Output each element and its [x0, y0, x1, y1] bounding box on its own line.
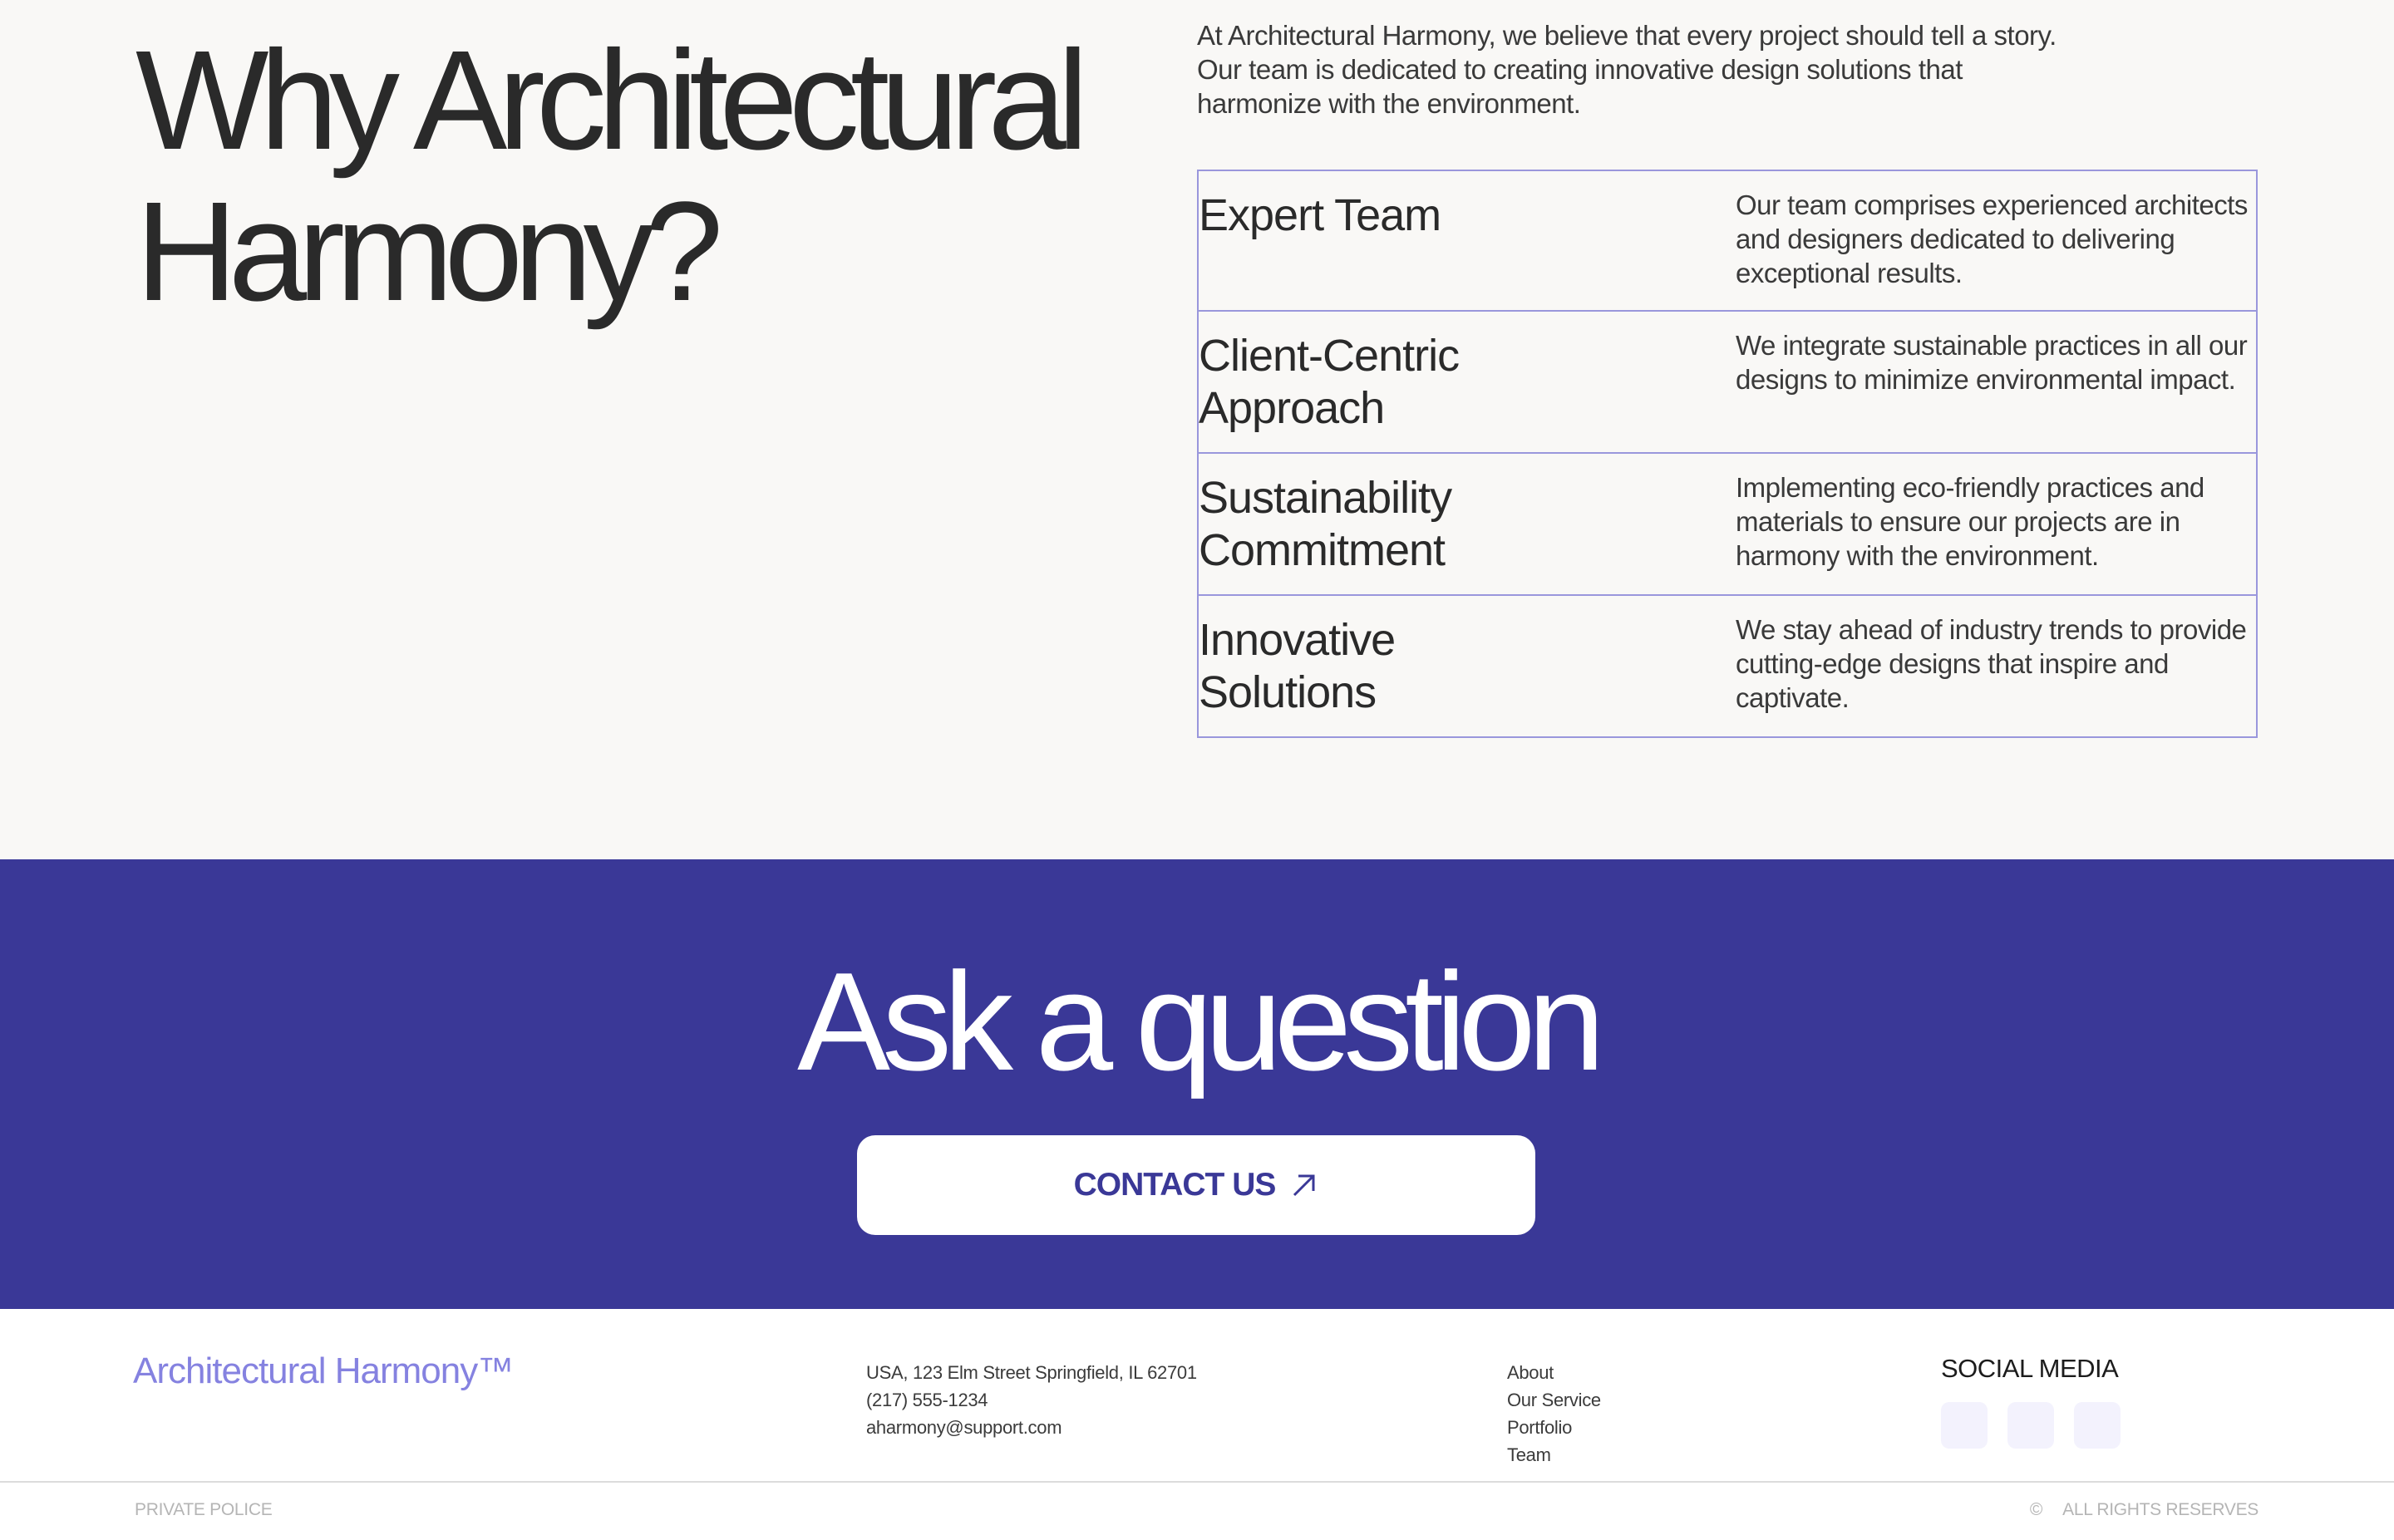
feature-description: Implementing eco-friendly practices and …: [1736, 472, 2204, 571]
ask-section: Ask a question CONTACT US: [0, 859, 2394, 1309]
footer-link-about[interactable]: About: [1507, 1359, 1601, 1386]
feature-description: Our team comprises experienced architect…: [1736, 189, 2248, 288]
phone[interactable]: (217) 555-1234: [866, 1386, 1197, 1414]
feature-row: Sustainability Commitment Implementing e…: [1199, 452, 2256, 594]
address: USA, 123 Elm Street Springfield, IL 6270…: [866, 1362, 1197, 1383]
feature-title: Sustainability Commitment: [1199, 473, 1452, 575]
footer-divider: [0, 1481, 2394, 1483]
feature-description: We stay ahead of industry trends to prov…: [1736, 614, 2247, 713]
feature-description: We integrate sustainable practices in al…: [1736, 330, 2248, 395]
feature-row: Client-Centric Approach We integrate sus…: [1199, 310, 2256, 452]
contact-us-button[interactable]: CONTACT US: [857, 1135, 1535, 1235]
social-media-title: SOCIAL MEDIA: [1941, 1354, 2119, 1383]
footer-link-portfolio[interactable]: Portfolio: [1507, 1414, 1601, 1441]
footer-brand[interactable]: Architectural Harmony™: [133, 1351, 514, 1392]
social-icons: [1941, 1402, 2121, 1449]
arrow-up-right-icon: [1290, 1171, 1318, 1199]
social-icon[interactable]: [1941, 1402, 1988, 1449]
footer-link-team[interactable]: Team: [1507, 1441, 1601, 1469]
copyright-symbol: ©: [2029, 1500, 2043, 1519]
feature-title: Expert Team: [1199, 190, 1441, 240]
feature-title: Client-Centric Approach: [1199, 331, 1460, 433]
private-policy-link[interactable]: PRIVATE POLICE: [135, 1500, 273, 1520]
social-icon[interactable]: [2074, 1402, 2121, 1449]
footer-nav: About Our Service Portfolio Team: [1507, 1359, 1601, 1469]
rights-text: ALL RIGHTS RESERVES: [2062, 1500, 2259, 1519]
contact-info: USA, 123 Elm Street Springfield, IL 6270…: [866, 1359, 1197, 1441]
social-icon[interactable]: [2007, 1402, 2054, 1449]
feature-title: Innovative Solutions: [1199, 615, 1396, 717]
features-table: Expert Team Our team comprises experienc…: [1197, 170, 2258, 738]
feature-row: Innovative Solutions We stay ahead of in…: [1199, 594, 2256, 736]
feature-row: Expert Team Our team comprises experienc…: [1199, 171, 2256, 310]
footer: Architectural Harmony™ USA, 123 Elm Stre…: [0, 1309, 2394, 1540]
why-title: Why Architectural Harmony?: [135, 22, 1089, 331]
why-intro: At Architectural Harmony, we believe tha…: [1197, 20, 2057, 119]
copyright: © ALL RIGHTS RESERVES: [2030, 1500, 2259, 1520]
contact-us-label: CONTACT US: [1073, 1167, 1277, 1203]
why-section: Why Architectural Harmony? At Architectu…: [0, 0, 2394, 859]
footer-link-our-service[interactable]: Our Service: [1507, 1386, 1601, 1414]
ask-title: Ask a question: [796, 943, 1605, 1100]
email[interactable]: aharmony@support.com: [866, 1414, 1197, 1441]
